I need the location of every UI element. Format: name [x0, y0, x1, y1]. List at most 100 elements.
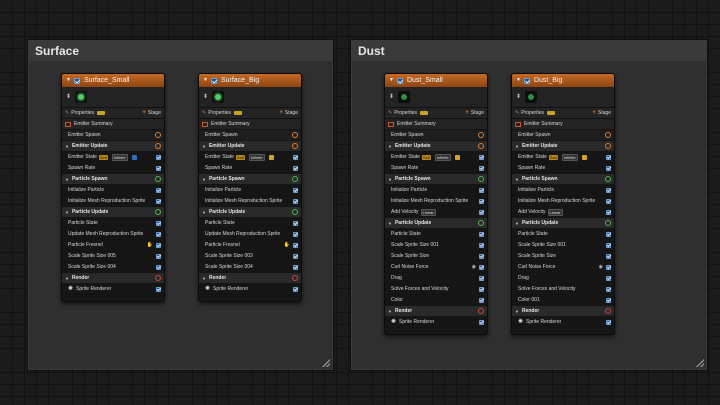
module-row[interactable]: Update Mesh Reproduction Sprite — [62, 229, 164, 240]
module-row[interactable]: Spawn Rate — [62, 163, 164, 174]
emitter-thumbnail[interactable] — [75, 91, 88, 103]
module-enable-checkbox[interactable] — [293, 242, 298, 248]
module-row[interactable]: Emitter State Self Infinite — [199, 152, 301, 163]
pin-icon[interactable]: ⬍ — [66, 92, 71, 103]
chevron-down-icon[interactable]: ▼ — [515, 218, 519, 228]
properties-row[interactable]: ✎ Properties + Stage — [385, 108, 487, 119]
module-row[interactable]: Particle State — [62, 218, 164, 229]
chevron-down-icon[interactable]: ▼ — [515, 174, 519, 184]
emitter-node-surface-small[interactable]: ▼ Surface_Small ⬍ ✎ Properties + Stage Em… — [61, 73, 165, 302]
module-enable-checkbox[interactable] — [293, 231, 298, 237]
stage-button[interactable]: + Stage — [279, 108, 298, 119]
chevron-down-icon[interactable]: ▼ — [389, 75, 394, 86]
module-enable-checkbox[interactable] — [156, 154, 161, 160]
enable-checkbox[interactable] — [523, 77, 530, 84]
module-enable-checkbox[interactable] — [293, 154, 298, 160]
module-row[interactable]: Curl Noise Force ◉ — [385, 262, 487, 273]
module-enable-checkbox[interactable] — [156, 242, 161, 248]
module-enable-checkbox[interactable] — [606, 165, 611, 171]
module-row[interactable]: Scale Sprite Size — [512, 251, 614, 262]
module-row[interactable]: Add Velocity Linear — [385, 207, 487, 218]
module-row[interactable]: Initialize Particle — [199, 185, 301, 196]
module-row[interactable]: Scale Sprite Size 005 — [62, 251, 164, 262]
node-header[interactable]: ▼ Surface_Small — [62, 74, 164, 87]
module-row[interactable]: Scale Sprite Size — [385, 251, 487, 262]
emitter-update-section[interactable]: ▼ Emitter Update — [62, 141, 164, 152]
chevron-down-icon[interactable]: ▼ — [388, 174, 392, 184]
add-module-icon[interactable] — [292, 209, 298, 215]
module-enable-checkbox[interactable] — [156, 165, 161, 171]
module-row[interactable]: Solve Forces and Velocity — [385, 284, 487, 295]
eye-icon[interactable]: ◉ — [599, 262, 603, 272]
add-module-icon[interactable] — [292, 176, 298, 182]
module-row[interactable]: Color — [385, 295, 487, 306]
stage-button[interactable]: + Stage — [592, 108, 611, 119]
module-enable-checkbox[interactable] — [606, 275, 611, 281]
chevron-down-icon[interactable]: ▼ — [388, 218, 392, 228]
group-dust[interactable]: Dust ▼ Dust_Small ⬍ ✎ Properties + Stage … — [351, 40, 707, 370]
emitter-thumbnail[interactable] — [398, 91, 411, 103]
add-module-icon[interactable] — [478, 220, 484, 226]
module-row[interactable]: Update Mesh Reproduction Sprite — [199, 229, 301, 240]
add-renderer-icon[interactable] — [292, 275, 298, 281]
module-enable-checkbox[interactable] — [156, 231, 161, 237]
module-row[interactable]: Spawn Rate — [385, 163, 487, 174]
particle-spawn-section[interactable]: ▼ Particle Spawn — [199, 174, 301, 185]
module-row[interactable]: Initialize Mesh Reproduction Sprite — [385, 196, 487, 207]
add-module-icon[interactable] — [292, 132, 298, 138]
particle-update-section[interactable]: ▼ Particle Update — [385, 218, 487, 229]
stage-button[interactable]: + Stage — [465, 108, 484, 119]
add-renderer-icon[interactable] — [605, 308, 611, 314]
properties-row[interactable]: ✎ Properties + Stage — [62, 108, 164, 119]
group-surface[interactable]: Surface ▼ Surface_Small ⬍ ✎ Properties +… — [28, 40, 333, 370]
module-row[interactable]: Drag — [512, 273, 614, 284]
module-row[interactable]: Particle State — [385, 229, 487, 240]
particle-update-section[interactable]: ▼ Particle Update — [62, 207, 164, 218]
module-enable-checkbox[interactable] — [606, 187, 611, 193]
emitter-spawn-row[interactable]: Emitter Spawn — [199, 130, 301, 141]
emitter-thumbnail[interactable] — [212, 91, 225, 103]
module-row[interactable]: Particle State — [199, 218, 301, 229]
emitter-summary-row[interactable]: Emitter Summary — [62, 119, 164, 130]
module-enable-checkbox[interactable] — [606, 264, 611, 270]
module-row[interactable]: Particle Fresnel ✋ — [62, 240, 164, 251]
chevron-down-icon[interactable]: ▼ — [388, 306, 392, 316]
module-row[interactable]: Initialize Mesh Reproduction Sprite — [199, 196, 301, 207]
chevron-down-icon[interactable]: ▼ — [66, 75, 71, 86]
chevron-down-icon[interactable]: ▼ — [202, 174, 206, 184]
emitter-spawn-row[interactable]: Emitter Spawn — [385, 130, 487, 141]
emitter-summary-row[interactable]: Emitter Summary — [385, 119, 487, 130]
chevron-down-icon[interactable]: ▼ — [515, 141, 519, 151]
pin-icon[interactable]: ⬍ — [516, 92, 521, 103]
enable-checkbox[interactable] — [210, 77, 217, 84]
chevron-down-icon[interactable]: ▼ — [65, 174, 69, 184]
module-enable-checkbox[interactable] — [156, 220, 161, 226]
emitter-update-section[interactable]: ▼ Emitter Update — [385, 141, 487, 152]
module-row[interactable]: Initialize Particle — [385, 185, 487, 196]
pin-icon[interactable]: ⬍ — [389, 92, 394, 103]
module-enable-checkbox[interactable] — [606, 209, 611, 215]
emitter-node-dust-big[interactable]: ▼ Dust_Big ⬍ ✎ Properties + Stage Emitter… — [511, 73, 615, 335]
module-enable-checkbox[interactable] — [479, 187, 484, 193]
pin-icon[interactable]: ⬍ — [203, 92, 208, 103]
particle-update-section[interactable]: ▼ Particle Update — [512, 218, 614, 229]
add-module-icon[interactable] — [155, 143, 161, 149]
add-renderer-icon[interactable] — [478, 308, 484, 314]
add-module-icon[interactable] — [292, 143, 298, 149]
renderer-row[interactable]: ✺ Sprite Renderer — [512, 317, 614, 328]
module-enable-checkbox[interactable] — [156, 198, 161, 204]
module-row[interactable]: Color 001 — [512, 295, 614, 306]
module-enable-checkbox[interactable] — [479, 275, 484, 281]
chevron-down-icon[interactable]: ▼ — [203, 75, 208, 86]
module-row[interactable]: Drag — [385, 273, 487, 284]
add-module-icon[interactable] — [605, 143, 611, 149]
node-header[interactable]: ▼ Dust_Big — [512, 74, 614, 87]
emitter-summary-row[interactable]: Emitter Summary — [512, 119, 614, 130]
renderer-row[interactable]: ✺ Sprite Renderer — [199, 284, 301, 295]
module-row[interactable]: Scale Sprite Size 001 — [385, 240, 487, 251]
module-enable-checkbox[interactable] — [606, 286, 611, 292]
renderer-enable-checkbox[interactable] — [293, 286, 298, 292]
particle-update-section[interactable]: ▼ Particle Update — [199, 207, 301, 218]
particle-spawn-section[interactable]: ▼ Particle Spawn — [385, 174, 487, 185]
module-row[interactable]: Initialize Mesh Reproduction Sprite — [62, 196, 164, 207]
